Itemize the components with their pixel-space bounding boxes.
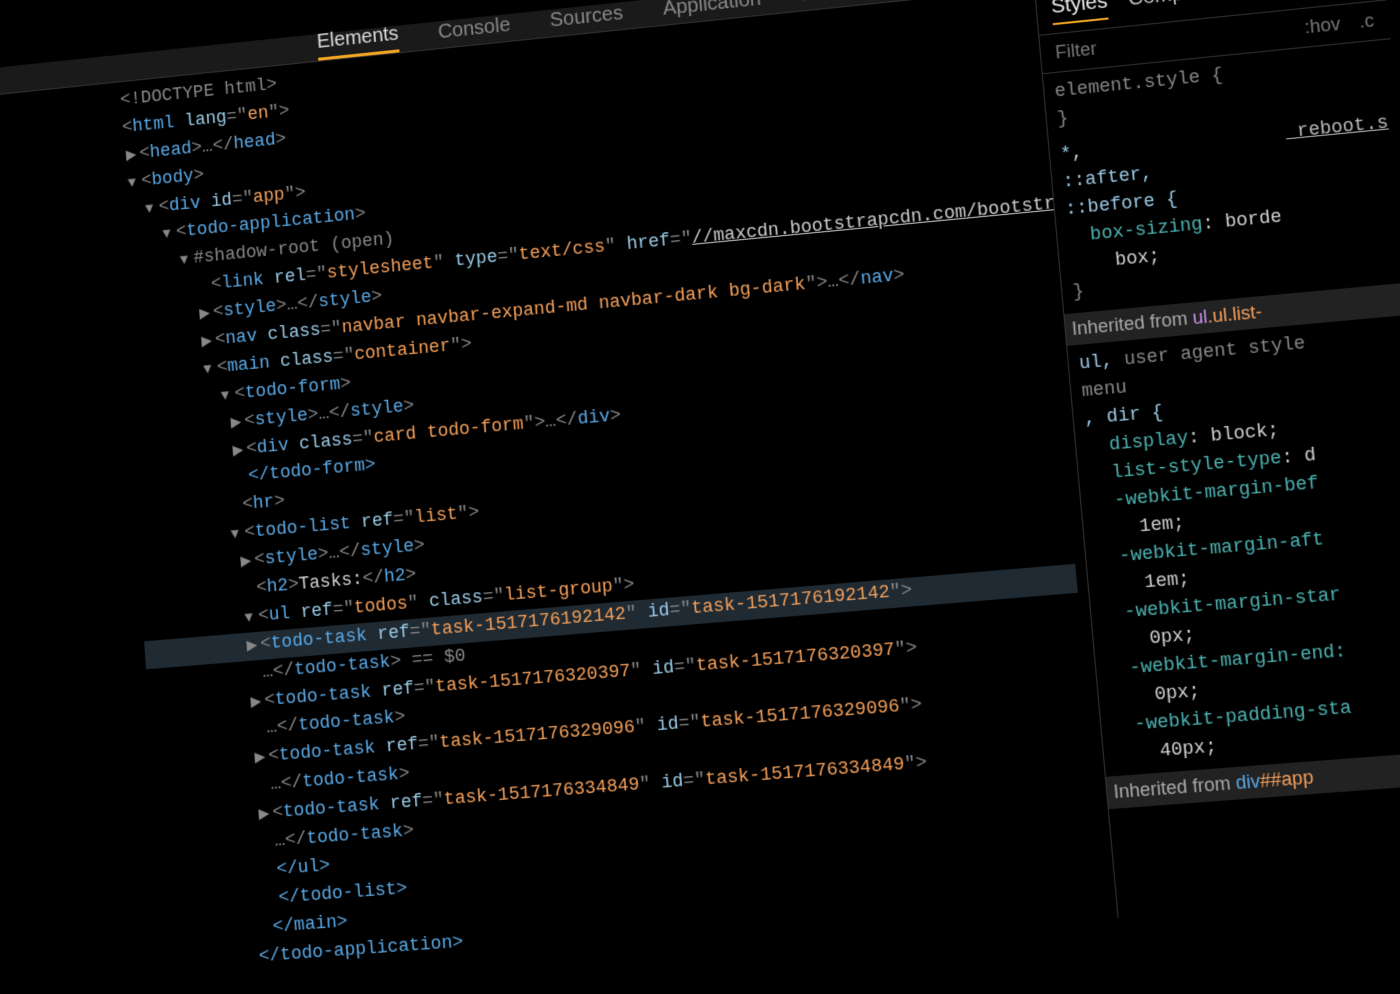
tab-computed[interactable]: Computed (1127, 0, 1225, 17)
cls-toggle[interactable]: .c (1358, 10, 1375, 33)
tab-styles[interactable]: Styles (1050, 0, 1109, 25)
dom-tree-panel[interactable]: <!DOCTYPE html> <html lang="en"> ▶<head>… (0, 0, 1118, 994)
inherited-from-ul: Inherited from (1071, 308, 1194, 340)
inherited-from-div-app: Inherited from (1113, 772, 1237, 802)
hov-toggle[interactable]: :hov (1304, 13, 1342, 38)
